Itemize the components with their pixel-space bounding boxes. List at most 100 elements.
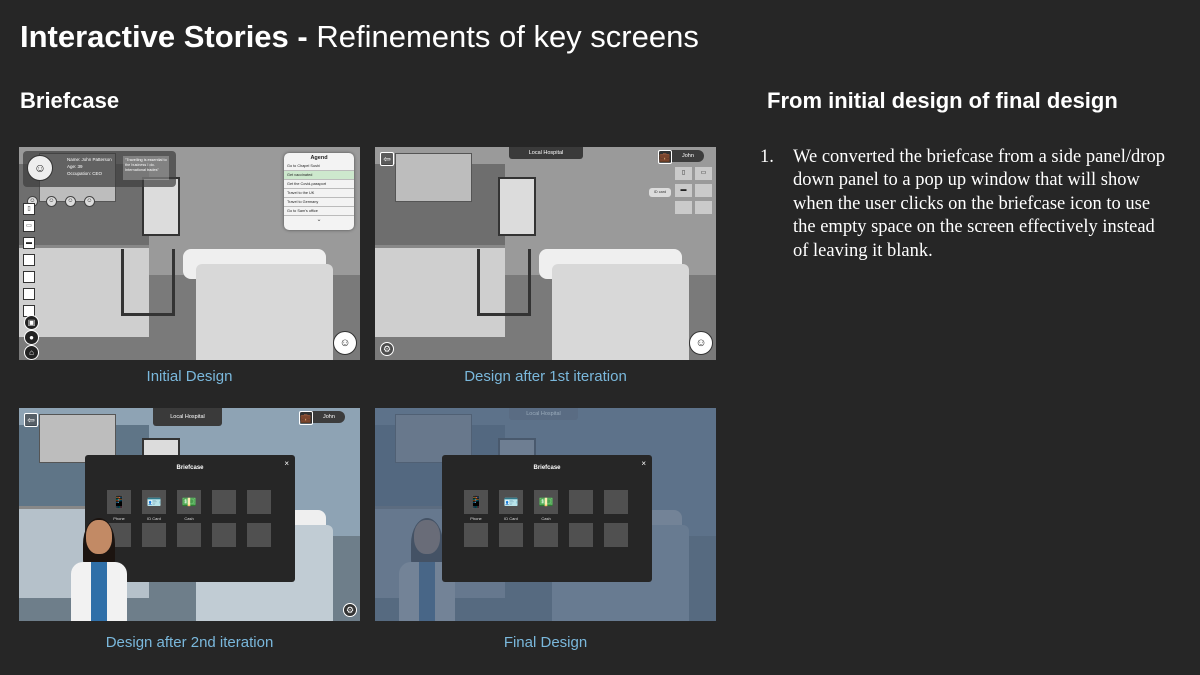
note-item: 1. We converted the briefcase from a sid… xyxy=(760,146,1170,263)
empty-slot[interactable] xyxy=(695,201,712,214)
phone-icon[interactable]: ▯ xyxy=(675,167,692,180)
briefcase-grid: 📱 Phone 🪪 ID Card 💵 Cash xyxy=(464,490,628,547)
briefcase-slot-empty[interactable] xyxy=(247,523,271,547)
contact-avatar-icon[interactable]: ☺ xyxy=(46,196,57,207)
caption-iteration-1: Design after 1st iteration xyxy=(464,368,627,385)
briefcase-slot-cash[interactable]: 💵 Cash xyxy=(534,490,558,521)
slot-label: Cash xyxy=(184,516,194,521)
contact-avatar-icon[interactable]: ☺ xyxy=(65,196,76,207)
agenda-item[interactable]: Get the Covid-passport xyxy=(284,180,354,189)
briefcase-slot-id-card[interactable]: 🪪 ID Card xyxy=(499,490,523,521)
room-background xyxy=(375,147,716,360)
briefcase-slot-empty[interactable] xyxy=(604,490,628,514)
profile-occupation: Occupation: CEO xyxy=(67,171,103,176)
id-card-icon[interactable]: ▭ xyxy=(23,220,35,232)
settings-icon[interactable]: ⚙ xyxy=(343,603,357,617)
briefcase-slot-empty[interactable] xyxy=(142,523,166,547)
exit-icon[interactable]: ⇦ xyxy=(380,152,394,166)
caption-iteration-2: Design after 2nd iteration xyxy=(105,634,274,651)
empty-slot[interactable] xyxy=(23,254,35,266)
empty-slot[interactable] xyxy=(23,288,35,300)
caption-initial-design: Initial Design xyxy=(146,368,233,385)
player-avatar-icon[interactable]: ☺ xyxy=(333,331,357,355)
slot-label: Cash xyxy=(541,516,551,521)
player-avatar-icon[interactable]: ☺ xyxy=(689,331,713,355)
briefcase-title: Briefcase xyxy=(176,465,204,471)
cash-icon: 💵 xyxy=(181,495,197,509)
screenshot-initial-design: ☺ Name: John Patterson Age: 39 Occupatio… xyxy=(19,147,360,360)
home-icon[interactable]: ⌂ xyxy=(24,345,39,360)
exit-icon[interactable]: ⇦ xyxy=(24,413,38,427)
briefcase-slot-empty[interactable] xyxy=(247,490,271,514)
caption-final-design: Final Design xyxy=(503,634,588,651)
briefcase-slot-empty[interactable] xyxy=(499,523,523,547)
briefcase-slot-empty[interactable] xyxy=(569,490,593,514)
briefcase-slot-empty[interactable] xyxy=(464,523,488,547)
id-card-icon: 🪪 xyxy=(503,495,519,509)
briefcase-slot-cash[interactable]: 💵 Cash xyxy=(177,490,201,521)
location-bar: Local Hospital xyxy=(509,408,578,420)
briefcase-icon[interactable]: ▣ xyxy=(24,315,39,330)
briefcase-grid: 📱 Phone 🪪 ID Card 💵 Cash xyxy=(107,490,271,547)
briefcase-slot-empty[interactable] xyxy=(212,523,236,547)
cash-icon[interactable]: ▬ xyxy=(675,184,692,197)
agenda-item[interactable]: Get vaccinated xyxy=(284,171,354,180)
agenda-panel: Agend Go to Chapel Sushi Get vaccinated … xyxy=(284,153,354,230)
agenda-item[interactable]: Travel to the UK xyxy=(284,189,354,198)
map-pin-icon[interactable]: ● xyxy=(24,330,39,345)
briefcase-slot-phone[interactable]: 📱 Phone xyxy=(464,490,488,521)
section-heading-briefcase: Briefcase xyxy=(20,88,120,113)
phone-icon: 📱 xyxy=(468,495,484,509)
agenda-item[interactable]: Go to Sam's office xyxy=(284,207,354,216)
briefcase-slot-empty[interactable] xyxy=(604,523,628,547)
empty-slot[interactable] xyxy=(695,184,712,197)
briefcase-slot-id-card[interactable]: 🪪 ID Card xyxy=(142,490,166,521)
cash-icon[interactable]: ▬ xyxy=(23,237,35,249)
close-icon[interactable]: × xyxy=(641,459,646,468)
briefcase-dropdown-grid: ▯ ▭ ▬ xyxy=(675,167,713,215)
screenshot-final-design: Local Hospital Briefcase × 📱 Phone 🪪 ID Ca… xyxy=(375,408,716,621)
note-number: 1. xyxy=(760,147,774,167)
agenda-title: Agend xyxy=(310,155,328,161)
contact-avatar-icon[interactable]: ☺ xyxy=(84,196,95,207)
empty-slot[interactable] xyxy=(23,271,35,283)
profile-name: Name: John Patterson xyxy=(67,157,112,162)
briefcase-slot-empty[interactable] xyxy=(569,523,593,547)
doctor-character xyxy=(67,518,131,621)
screenshot-iteration-2: ⇦ Local Hospital John 💼 Briefcase × 📱 Pho… xyxy=(19,408,360,621)
profile-quote: "Travelling is essential to the business… xyxy=(123,156,169,180)
briefcase-icon[interactable]: 💼 xyxy=(658,150,672,164)
notes-list: 1. We converted the briefcase from a sid… xyxy=(760,146,1170,263)
slide-title: Interactive Stories - Refinements of key… xyxy=(20,18,699,56)
avatar: ☺ xyxy=(27,155,53,181)
profile-info: Name: John Patterson Age: 39 Occupation:… xyxy=(67,156,112,177)
phone-icon: 📱 xyxy=(111,495,127,509)
location-bar: Local Hospital xyxy=(153,408,222,426)
briefcase-popup: Briefcase × 📱 Phone 🪪 ID Card 💵 Cash xyxy=(442,455,652,582)
briefcase-slot-empty[interactable] xyxy=(534,523,558,547)
briefcase-slot-empty[interactable] xyxy=(212,490,236,514)
briefcase-title: Briefcase xyxy=(533,465,561,471)
close-icon[interactable]: × xyxy=(284,459,289,468)
phone-icon[interactable]: ▯ xyxy=(23,203,35,215)
chevron-down-icon[interactable]: ⌄ xyxy=(284,216,354,223)
id-card-label: ID card xyxy=(649,188,671,197)
briefcase-icon[interactable]: 💼 xyxy=(299,411,313,425)
briefcase-slot-empty[interactable] xyxy=(177,523,201,547)
screenshot-iteration-1: ⇦ Local Hospital John 💼 ID card ▯ ▭ ▬ ⚙ … xyxy=(375,147,716,360)
empty-slot[interactable] xyxy=(675,201,692,214)
contacts-row: ☺ ☺ ☺ ☺ xyxy=(27,189,107,207)
id-card-icon: 🪪 xyxy=(146,495,162,509)
agenda-item[interactable]: Travel to Germany xyxy=(284,198,354,207)
briefcase-slot-phone[interactable]: 📱 Phone xyxy=(107,490,131,521)
briefcase-side-panel: ▯ ▭ ▬ xyxy=(23,203,37,317)
slot-label: ID Card xyxy=(147,516,161,521)
settings-icon[interactable]: ⚙ xyxy=(380,342,394,356)
cash-icon: 💵 xyxy=(538,495,554,509)
slot-label: Phone xyxy=(470,516,482,521)
agenda-item[interactable]: Go to Chapel Sushi xyxy=(284,162,354,171)
id-card-icon[interactable]: ▭ xyxy=(695,167,712,180)
slot-label: ID Card xyxy=(504,516,518,521)
note-text: We converted the briefcase from a side p… xyxy=(793,147,1165,261)
profile-age: Age: 39 xyxy=(67,164,83,169)
